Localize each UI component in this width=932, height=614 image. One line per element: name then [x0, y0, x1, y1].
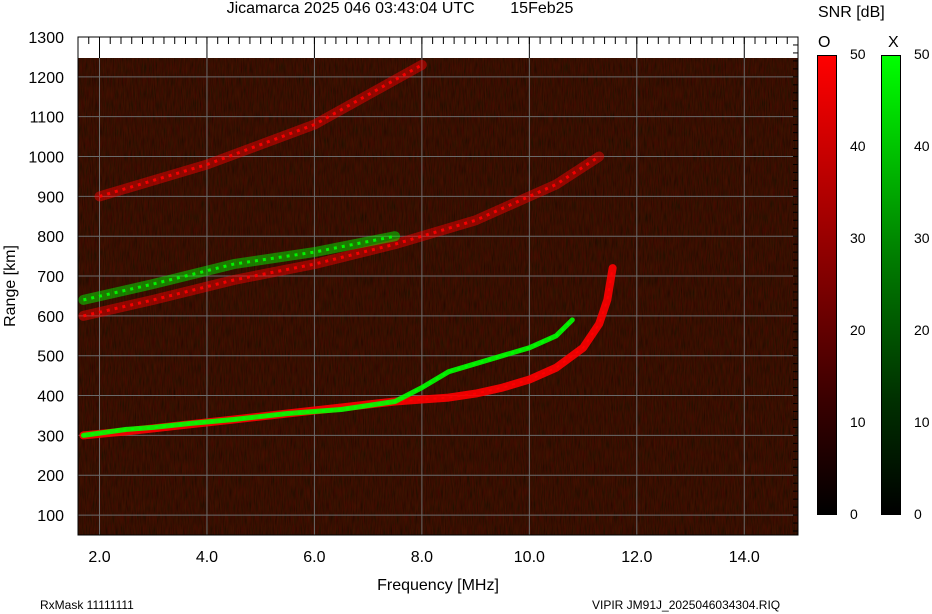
colorbar-o — [817, 55, 837, 515]
rxmask-label: RxMask 11111111 — [40, 598, 134, 612]
y-tick-label: 600 — [37, 309, 64, 326]
colorbar-tick-label: 20 — [850, 322, 866, 338]
ionogram-plot: 2.0 4.0 6.0 8.0 10.0 12.0 14.0 100 200 300 400 500… — [2, 30, 799, 594]
x-tick-label: 8.0 — [411, 549, 433, 566]
colorbar-tick-label: 10 — [850, 414, 866, 430]
x-tick-label: 4.0 — [196, 549, 218, 566]
y-tick-label: 700 — [37, 269, 64, 286]
x-tick-label: 6.0 — [303, 549, 325, 566]
colorbar-tick-label: 0 — [914, 506, 922, 522]
colorbar-tick-label: 40 — [850, 138, 866, 154]
colorbar-tick-label: 50 — [914, 46, 930, 62]
y-tick-label: 1100 — [30, 110, 65, 127]
y-axis-label: Range [km] — [2, 245, 19, 327]
colorbar-tick-label: 30 — [914, 230, 930, 246]
x-tick-label: 10.0 — [514, 549, 545, 566]
y-tick-label: 900 — [37, 189, 64, 206]
colorbar-x-label: X — [888, 34, 899, 51]
x-tick-label: 14.0 — [729, 549, 760, 566]
file-name-label: VIPIR JM91J_2025046034304.RIQ — [592, 598, 781, 612]
y-tick-label: 100 — [37, 508, 64, 525]
colorbar-x — [881, 55, 901, 515]
y-tick-label: 200 — [37, 468, 64, 485]
x-axis-label: Frequency [MHz] — [377, 577, 499, 594]
colorbar-tick-label: 50 — [850, 46, 866, 62]
colorbar-tick-label: 10 — [914, 414, 930, 430]
y-tick-label: 1000 — [28, 150, 64, 167]
colorbar-tick-label: 0 — [850, 506, 858, 522]
y-tick-label: 800 — [37, 229, 64, 246]
y-tick-label: 500 — [37, 349, 64, 366]
colorbar-tick-label: 20 — [914, 322, 930, 338]
colorbar-tick-label: 40 — [914, 138, 930, 154]
colorbar-tick-label: 30 — [850, 230, 866, 246]
x-tick-label: 2.0 — [88, 549, 110, 566]
white-strip — [78, 37, 798, 58]
y-tick-label: 400 — [37, 389, 64, 406]
x-tick-label: 12.0 — [621, 549, 652, 566]
y-tick-label: 1200 — [28, 70, 64, 87]
y-tick-label: 300 — [37, 428, 64, 445]
colorbar-o-label: O — [818, 34, 831, 51]
colorbar-title: SNR [dB] — [818, 4, 885, 21]
y-tick-label: 1300 — [28, 30, 64, 47]
